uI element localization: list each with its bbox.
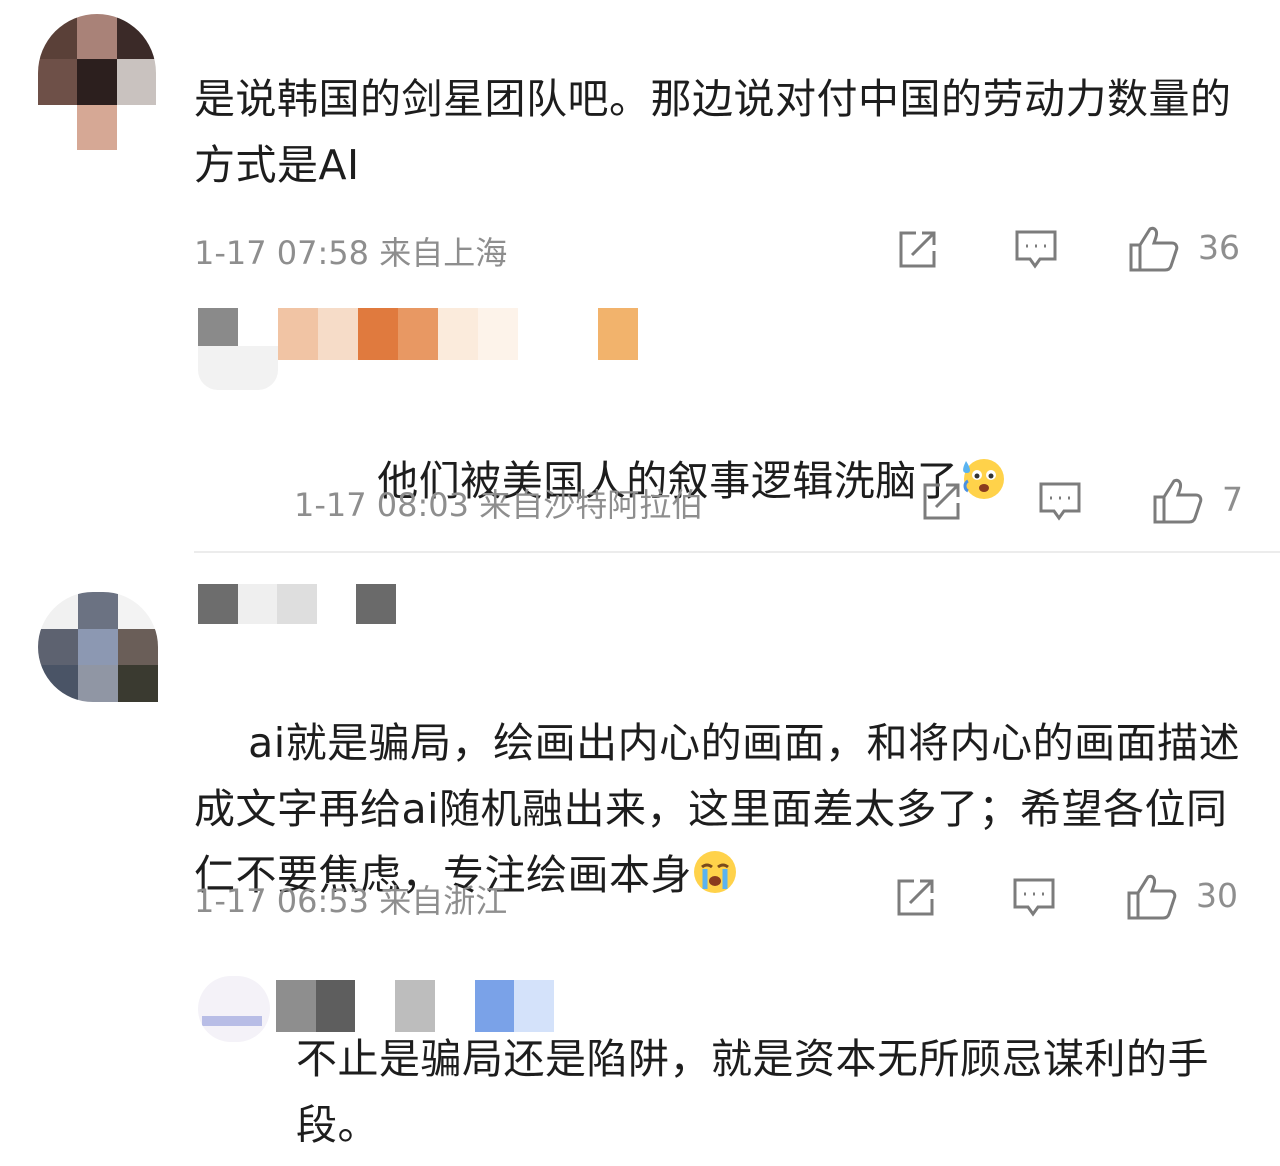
crying-emoji [694, 851, 736, 893]
like-icon[interactable] [1126, 873, 1178, 921]
share-icon[interactable] [894, 877, 938, 919]
like-count: 7 [1222, 480, 1243, 519]
reply-text: 不止是骗局还是陷阱，就是资本无所顾忌谋利的手段。 [296, 1035, 1209, 1149]
comment-icon[interactable] [1014, 229, 1058, 271]
comment-meta: 1-17 06:53 来自浙江 [194, 882, 508, 920]
reply-avatar[interactable] [198, 346, 278, 390]
like-icon[interactable] [1152, 477, 1204, 525]
comment-meta: 1-17 07:58 来自上海 [194, 234, 508, 272]
comment-icon[interactable] [1038, 481, 1082, 523]
anxious-sweat-emoji [963, 459, 1005, 499]
comment-text: 是说韩国的剑星团队吧。那边说对付中国的劳动力数量的方式是AI [194, 75, 1232, 189]
like-count: 30 [1196, 876, 1238, 915]
avatar[interactable] [38, 14, 156, 150]
comment-text: ai就是骗局，绘画出内心的画面，和将内心的画面描述成文字再给ai随机融出来，这里… [194, 644, 1244, 974]
share-icon[interactable] [896, 229, 940, 271]
avatar[interactable] [38, 592, 158, 702]
like-count: 36 [1198, 228, 1240, 267]
comment-icon[interactable] [1012, 877, 1056, 919]
reply-avatar[interactable] [198, 976, 270, 1042]
divider [194, 551, 1280, 553]
username-blurred[interactable] [198, 584, 396, 624]
reply-meta: 1-17 08:03 来自沙特阿拉伯 [294, 486, 704, 524]
like-icon[interactable] [1128, 225, 1180, 273]
share-icon[interactable] [920, 481, 964, 523]
reply-username-blurred[interactable] [276, 980, 554, 1032]
